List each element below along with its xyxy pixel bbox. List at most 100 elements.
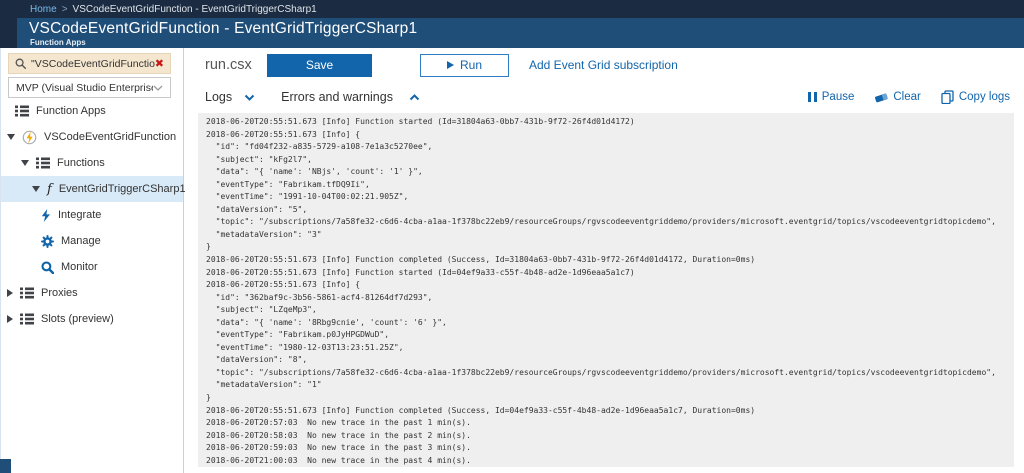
clear-label: Clear (893, 91, 920, 103)
log-output[interactable]: 2018-06-20T20:55:51.673 [Info] Function … (198, 113, 1014, 467)
breadcrumb-current: VSCodeEventGridFunction - EventGridTrigg… (73, 4, 317, 15)
collapse-arrow-icon[interactable] (7, 134, 15, 140)
subscription-dropdown[interactable]: MVP (Visual Studio Enterprise) (8, 77, 171, 98)
clear-button[interactable]: Clear (874, 91, 920, 103)
page-subtitle: Function Apps (30, 38, 86, 47)
log-line: 2018-06-20T20:58:03 No new trace in the … (206, 430, 1014, 443)
log-line: 2018-06-20T20:55:51.673 [Info] Function … (206, 405, 1014, 418)
list-icon (36, 157, 50, 169)
sidebar-item-integrate[interactable]: Integrate (1, 202, 183, 228)
save-button[interactable]: Save (267, 54, 372, 77)
sidebar-item-label: Monitor (61, 261, 98, 273)
log-line: 2018-06-20T20:55:51.673 [Info] Function … (206, 254, 1014, 267)
pause-icon (808, 92, 817, 102)
run-label: Run (460, 58, 482, 72)
eraser-icon (874, 91, 888, 103)
header-left-strip (0, 18, 17, 48)
sidebar-item-slots[interactable]: Slots (preview) (1, 306, 183, 332)
sidebar-item-function[interactable]: f EventGridTriggerCSharp1 (1, 176, 183, 202)
log-line: "dataVersion": "5", (206, 204, 1014, 217)
collapse-arrow-icon[interactable] (21, 160, 29, 166)
log-line: 2018-06-20T21:00:03 No new trace in the … (206, 455, 1014, 467)
log-line: "id": "362baf9c-3b56-5861-acf4-81264df7d… (206, 292, 1014, 305)
log-line: "subject": "kFg2l7", (206, 154, 1014, 167)
log-controls: Pause Clear Copy logs (808, 90, 1010, 104)
copy-icon (941, 90, 954, 104)
breadcrumb-separator: > (62, 4, 68, 15)
errors-warnings-label: Errors and warnings (281, 90, 393, 104)
expand-arrow-icon[interactable] (7, 315, 13, 323)
function-icon: f (47, 183, 52, 196)
sidebar-item-functions[interactable]: Functions (1, 150, 183, 176)
list-icon (20, 287, 34, 299)
log-line: "data": "{ 'name': '8Rbg9cnie', 'count':… (206, 317, 1014, 330)
log-line: 2018-06-20T20:57:03 No new trace in the … (206, 417, 1014, 430)
errors-warnings-dropdown[interactable]: Errors and warnings (281, 90, 420, 104)
chevron-up-icon (409, 94, 420, 101)
search-value: "VSCodeEventGridFunction" (31, 58, 155, 70)
function-apps-sidebar: "VSCodeEventGridFunction" ✖ MVP (Visual … (0, 48, 184, 473)
sidebar-item-label: EventGridTriggerCSharp1 (59, 183, 186, 195)
pause-button[interactable]: Pause (808, 91, 855, 103)
sidebar-item-proxies[interactable]: Proxies (1, 280, 183, 306)
copy-logs-button[interactable]: Copy logs (941, 90, 1010, 104)
breadcrumb-home[interactable]: Home (30, 4, 57, 15)
play-icon (447, 61, 454, 69)
log-line: 2018-06-20T20:55:51.673 [Info] { (206, 129, 1014, 142)
sidebar-item-label: Manage (61, 235, 101, 247)
subscription-value: MVP (Visual Studio Enterprise) (16, 82, 153, 94)
log-line: "metadataVersion": "3" (206, 229, 1014, 242)
file-name: run.csx (205, 57, 267, 73)
sidebar-item-app[interactable]: VSCodeEventGridFunction (1, 124, 183, 150)
log-line: "topic": "/subscriptions/7a58fe32-c6d6-4… (206, 216, 1014, 229)
azure-portal: Home > VSCodeEventGridFunction - EventGr… (0, 0, 1024, 473)
sidebar-item-monitor[interactable]: Monitor (1, 254, 183, 280)
portal-corner-decoration (0, 459, 11, 473)
log-line: 2018-06-20T20:59:03 No new trace in the … (206, 442, 1014, 455)
blade-header: VSCodeEventGridFunction - EventGridTrigg… (0, 18, 1024, 48)
logs-toolbar: Logs Errors and warnings Pause (205, 83, 1010, 111)
sidebar-item-function-apps[interactable]: Function Apps (1, 98, 183, 124)
log-line: "topic": "/subscriptions/7a58fe32-c6d6-4… (206, 367, 1014, 380)
top-nav-bar: Home > VSCodeEventGridFunction - EventGr… (0, 0, 1024, 18)
log-line: "eventTime": "1991-10-04T00:02:21.905Z", (206, 191, 1014, 204)
search-icon (15, 58, 26, 69)
page-title: VSCodeEventGridFunction - EventGridTrigg… (29, 20, 417, 38)
sidebar-item-manage[interactable]: Manage (1, 228, 183, 254)
log-line: "metadataVersion": "1" (206, 379, 1014, 392)
pause-label: Pause (822, 91, 855, 103)
log-line: } (206, 392, 1014, 405)
sidebar-item-label: Slots (preview) (41, 313, 114, 325)
list-icon (15, 105, 29, 117)
collapse-arrow-icon[interactable] (32, 186, 40, 192)
editor-toolbar: run.csx Save Run Add Event Grid subscrip… (205, 53, 678, 77)
log-line: 2018-06-20T20:55:51.673 [Info] Function … (206, 116, 1014, 129)
function-tree: Function Apps VSCodeEventGridFunction Fu… (1, 98, 183, 332)
function-app-icon (22, 130, 37, 145)
search-input[interactable]: "VSCodeEventGridFunction" ✖ (8, 53, 171, 74)
chevron-down-icon (244, 94, 255, 101)
lightning-icon (41, 209, 51, 222)
sidebar-item-label: Integrate (58, 209, 101, 221)
add-event-grid-subscription-link[interactable]: Add Event Grid subscription (529, 58, 678, 72)
sidebar-item-label: VSCodeEventGridFunction (44, 131, 176, 143)
log-line: 2018-06-20T20:55:51.673 [Info] { (206, 279, 1014, 292)
log-line: "eventType": "Fabrikam.tfDQ9Ii", (206, 179, 1014, 192)
magnifier-icon (41, 261, 54, 274)
logs-label: Logs (205, 90, 232, 104)
expand-arrow-icon[interactable] (7, 289, 13, 297)
log-line: "dataVersion": "8", (206, 354, 1014, 367)
log-line: "id": "fd04f232-a835-5729-a108-7e1a3c527… (206, 141, 1014, 154)
logs-dropdown[interactable]: Logs (205, 90, 259, 104)
clear-search-icon[interactable]: ✖ (155, 58, 164, 69)
sidebar-item-label: Function Apps (36, 105, 106, 117)
sidebar-item-label: Functions (57, 157, 105, 169)
run-button[interactable]: Run (420, 54, 509, 77)
log-line: } (206, 241, 1014, 254)
function-editor-pane: run.csx Save Run Add Event Grid subscrip… (185, 48, 1024, 473)
sidebar-item-label: Proxies (41, 287, 78, 299)
list-icon (20, 313, 34, 325)
log-line: "subject": "LZqeMp3", (206, 304, 1014, 317)
log-line: "eventType": "Fabrikam.p0JyHPGDWuD", (206, 329, 1014, 342)
chevron-down-icon (153, 85, 163, 91)
